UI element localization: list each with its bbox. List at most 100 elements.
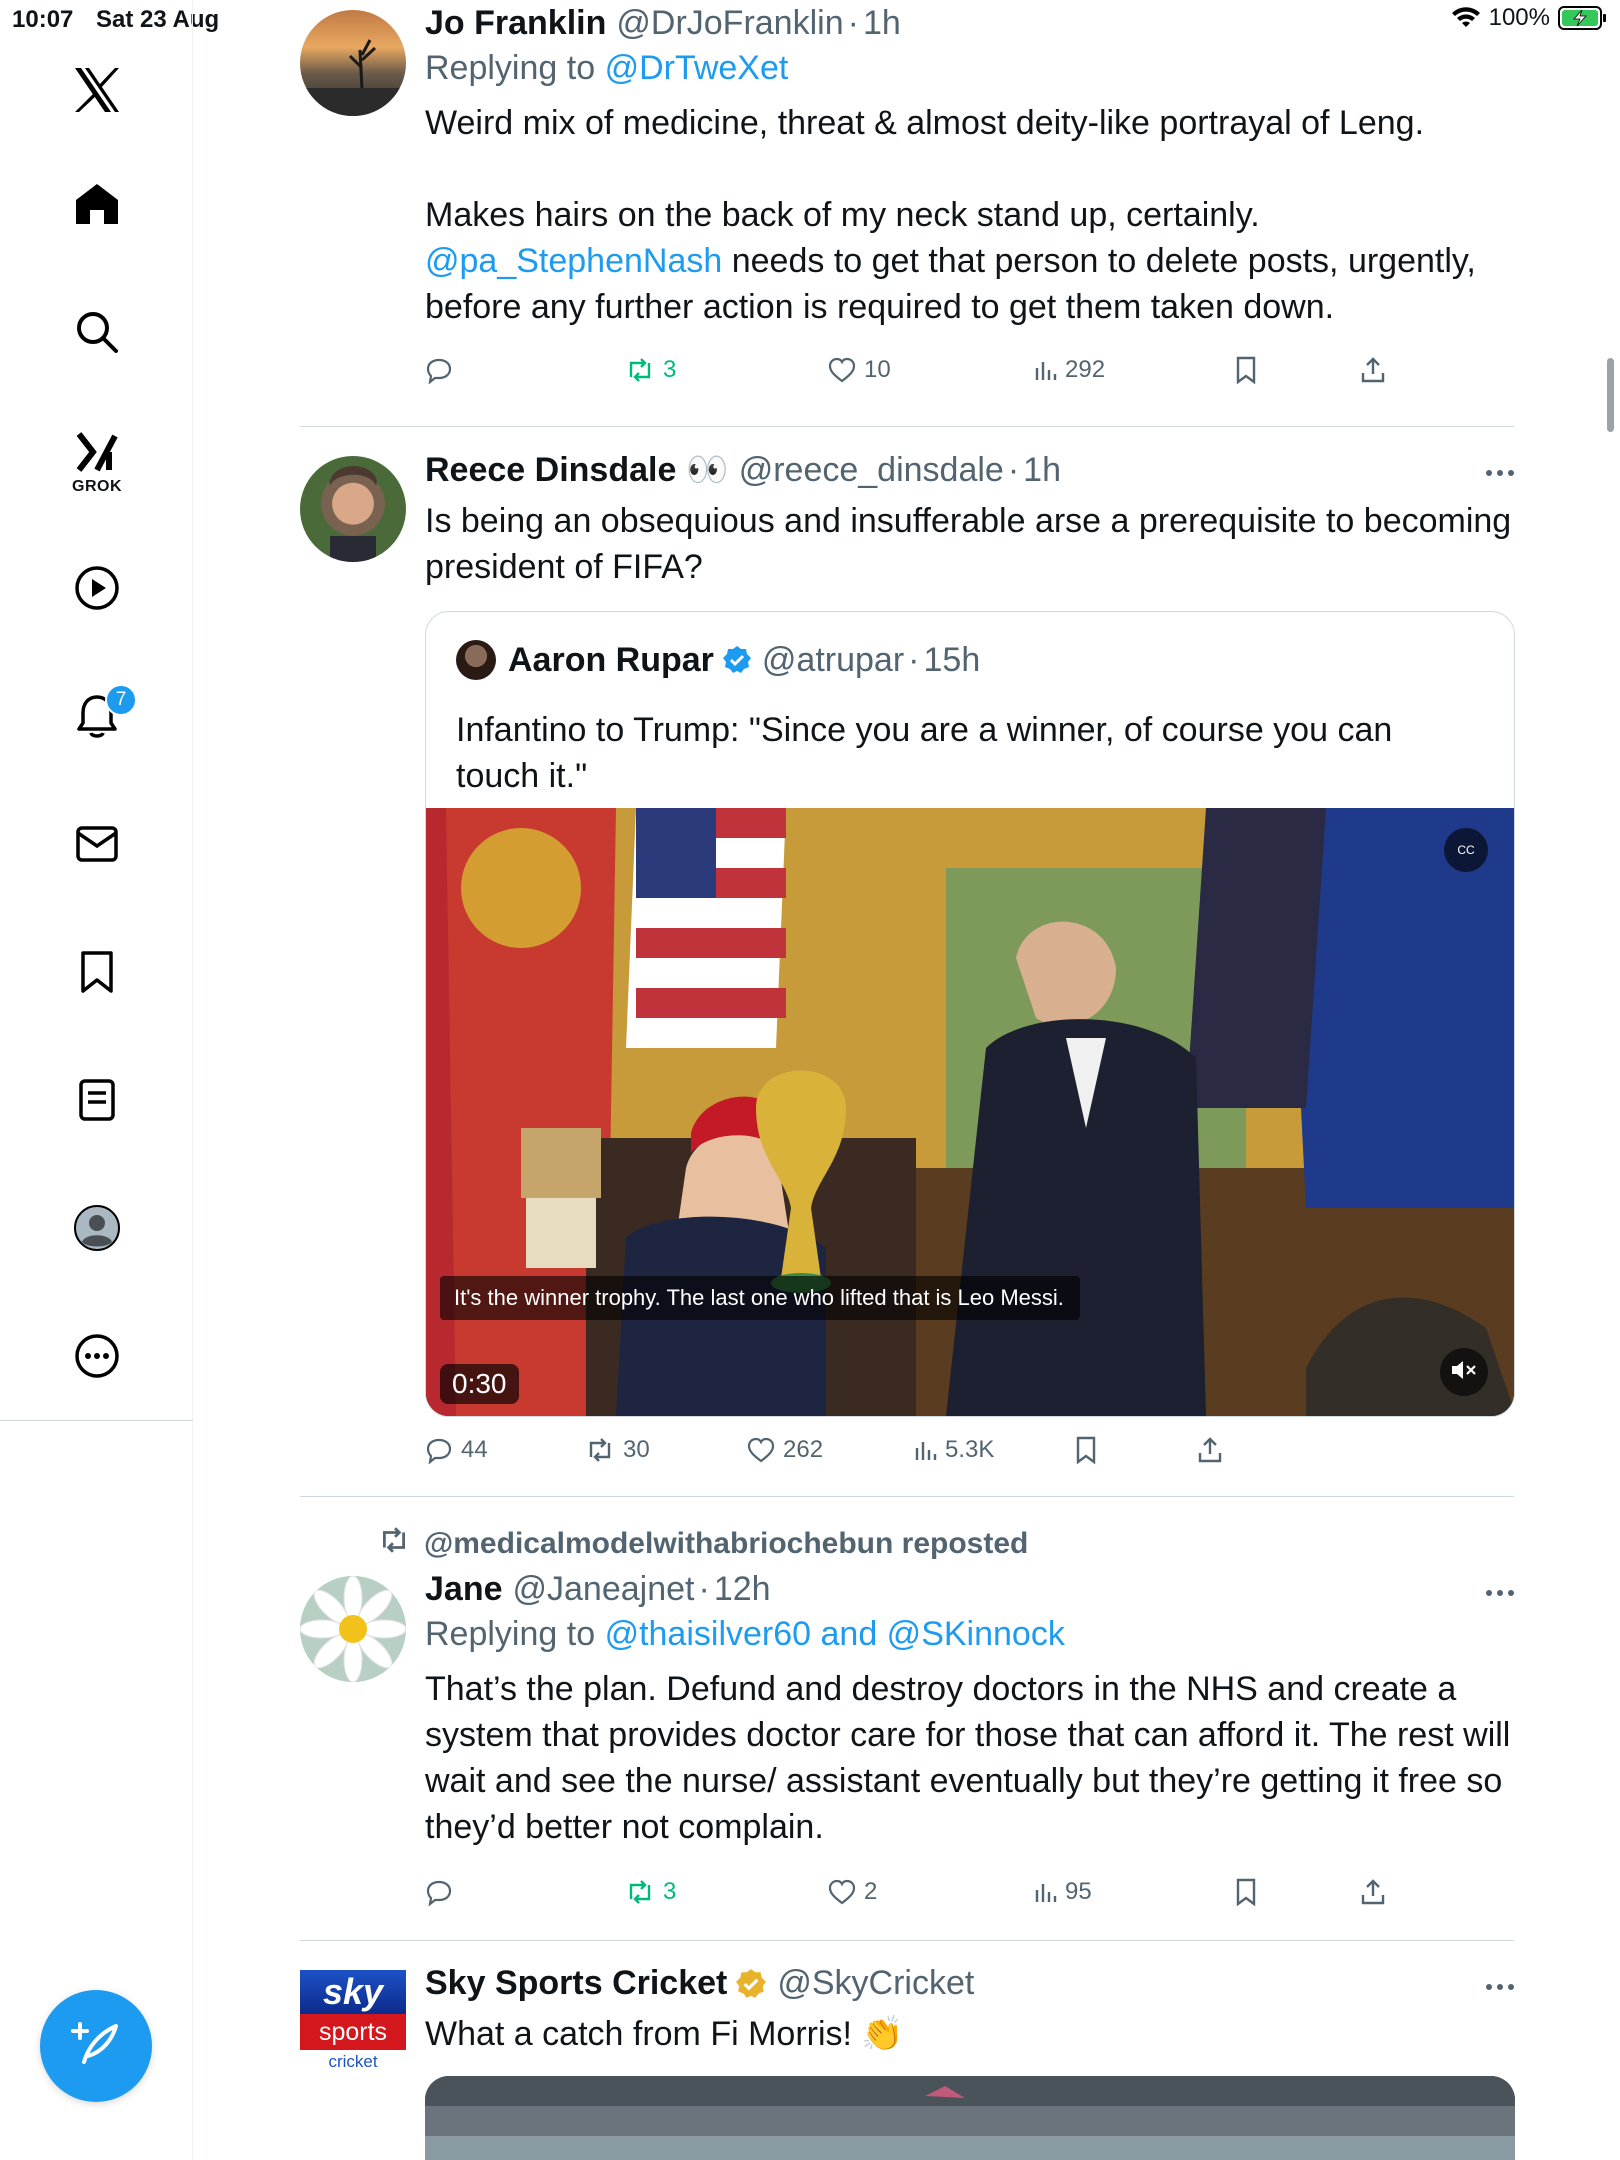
views-icon (913, 1438, 937, 1462)
mute-button[interactable] (1440, 1348, 1488, 1396)
heart-icon (828, 357, 856, 383)
tweet-4[interactable]: Sky Sports Cricket @SkyCricket What a ca… (425, 1964, 1515, 2057)
author-handle[interactable]: @reece_dinsdale (739, 451, 1004, 490)
like-button[interactable]: 262 (747, 1436, 823, 1464)
author-handle[interactable]: @DrJoFranklin (616, 4, 843, 43)
mention-link[interactable]: @pa_StephenNash (425, 242, 722, 280)
quote-avatar[interactable] (456, 640, 496, 680)
notification-badge: 7 (105, 684, 137, 716)
like-count: 2 (864, 1878, 878, 1905)
views-count: 95 (1065, 1878, 1092, 1905)
avatar[interactable]: sky sports cricket (300, 1970, 406, 2074)
sidebar: GROK 7 (0, 0, 193, 2160)
share-button[interactable] (1197, 1436, 1223, 1464)
views-icon (1033, 358, 1057, 382)
tweet-3[interactable]: Jane @Janeajnet · 12h Replying to @thais… (425, 1570, 1515, 1850)
tweet-actions: 44 30 262 5.3K (425, 1436, 1425, 1476)
reply-prefix: Replying to (425, 1615, 596, 1653)
muted-speaker-icon (1450, 1358, 1478, 1387)
tweet-actions: 3 10 292 (425, 356, 1425, 396)
captions-button[interactable]: CC (1444, 828, 1488, 872)
scrollbar[interactable] (1607, 358, 1614, 432)
views-count: 5.3K (945, 1436, 995, 1463)
tweet-header: Jo Franklin @DrJoFranklin · 1h (425, 4, 1515, 43)
like-button[interactable]: 2 (828, 1878, 877, 1906)
views-button[interactable]: 95 (1033, 1878, 1092, 1906)
compose-button[interactable] (40, 1990, 152, 2102)
tweet-divider (300, 1496, 1514, 1497)
views-button[interactable]: 5.3K (913, 1436, 994, 1464)
mail-icon[interactable] (71, 818, 123, 870)
x-logo-icon[interactable] (71, 64, 123, 116)
tweet-divider (300, 1940, 1514, 1941)
quoted-tweet[interactable]: Aaron Rupar @atrupar · 15h Infantino to … (425, 611, 1515, 1417)
reply-prefix: Replying to (425, 49, 596, 87)
tweet-2[interactable]: Reece Dinsdale 👀 @reece_dinsdale · 1h Is… (425, 450, 1515, 590)
more-options-icon[interactable] (1485, 1584, 1515, 1602)
reply-button[interactable] (425, 356, 461, 384)
tweet-divider (300, 426, 1514, 427)
tweet-time: 12h (713, 1570, 771, 1608)
bookmark-button[interactable] (1235, 356, 1257, 384)
sky-logo-text: sky (300, 1970, 406, 2014)
quote-author-name[interactable]: Aaron Rupar (508, 641, 714, 680)
reply-count: 44 (461, 1436, 488, 1463)
stadium-image (425, 2076, 1515, 2160)
eyes-emoji: 👀 (686, 451, 729, 489)
repost-button[interactable]: 30 (585, 1436, 650, 1464)
bookmark-icon[interactable] (71, 946, 123, 998)
tweet-paragraph: Weird mix of medicine, threat & almost d… (425, 104, 1425, 142)
author-name[interactable]: Jo Franklin (425, 4, 606, 43)
tweet-paragraph: @pa_StephenNash needs to get that person… (425, 238, 1515, 330)
views-button[interactable]: 292 (1033, 356, 1105, 384)
author-handle[interactable]: @Janeajnet (513, 1570, 695, 1609)
bookmark-button[interactable] (1235, 1878, 1257, 1906)
reply-button[interactable] (425, 1878, 461, 1906)
more-options-icon[interactable] (1485, 1978, 1515, 1996)
repost-button[interactable]: 3 (625, 356, 676, 384)
reply-to-mention[interactable]: @thaisilver60 and @SKinnock (605, 1615, 1065, 1653)
video-player[interactable]: CC It's the winner trophy. The last one … (426, 808, 1514, 1416)
profile-icon[interactable] (71, 1202, 123, 1254)
reply-button[interactable]: 44 (425, 1436, 488, 1464)
repost-icon (625, 1879, 655, 1905)
repost-icon (625, 357, 655, 383)
avatar[interactable] (300, 10, 406, 116)
avatar[interactable] (300, 1576, 406, 1682)
author-handle[interactable]: @SkyCricket (777, 1964, 974, 2003)
more-options-icon[interactable] (1485, 464, 1515, 482)
grok-icon[interactable] (71, 426, 123, 478)
heart-icon (828, 1879, 856, 1905)
tweet-header: Reece Dinsdale 👀 @reece_dinsdale · 1h (425, 450, 1515, 490)
compose-icon (70, 2018, 122, 2075)
tweet-1[interactable]: Jo Franklin @DrJoFranklin · 1h Replying … (425, 4, 1515, 330)
repost-indicator[interactable]: @medicalmodelwithabriochebun reposted (378, 1526, 1478, 1562)
share-button[interactable] (1360, 1878, 1386, 1906)
repost-button[interactable]: 3 (625, 1878, 676, 1906)
like-button[interactable]: 10 (828, 356, 891, 384)
home-icon[interactable] (71, 178, 123, 230)
more-circle-icon[interactable] (71, 1330, 123, 1382)
reply-to-mention[interactable]: @DrTweXet (605, 49, 789, 87)
heart-icon (747, 1437, 775, 1463)
like-count: 262 (783, 1436, 824, 1463)
media-preview[interactable] (425, 2076, 1515, 2160)
tweet-time: 1h (862, 4, 901, 42)
author-name[interactable]: Reece Dinsdale (425, 451, 676, 490)
author-name[interactable]: Sky Sports Cricket (425, 1964, 727, 2003)
reply-icon (425, 1436, 453, 1464)
reply-context: Replying to @thaisilver60 and @SKinnock (425, 1615, 1515, 1654)
list-icon[interactable] (71, 1074, 123, 1126)
repost-count: 3 (663, 356, 677, 383)
author-name[interactable]: Jane (425, 1570, 503, 1609)
quote-author-handle[interactable]: @atrupar (762, 641, 904, 680)
avatar[interactable] (300, 456, 406, 562)
separator-dot: · (698, 1570, 710, 1608)
grok-label: GROK (72, 478, 122, 495)
tweet-text: That’s the plan. Defund and destroy doct… (425, 1670, 1511, 1846)
share-button[interactable] (1360, 356, 1386, 384)
bookmark-button[interactable] (1075, 1436, 1097, 1464)
play-icon[interactable] (71, 562, 123, 614)
tweet-header: Jane @Janeajnet · 12h (425, 1570, 1515, 1609)
search-icon[interactable] (71, 306, 123, 358)
